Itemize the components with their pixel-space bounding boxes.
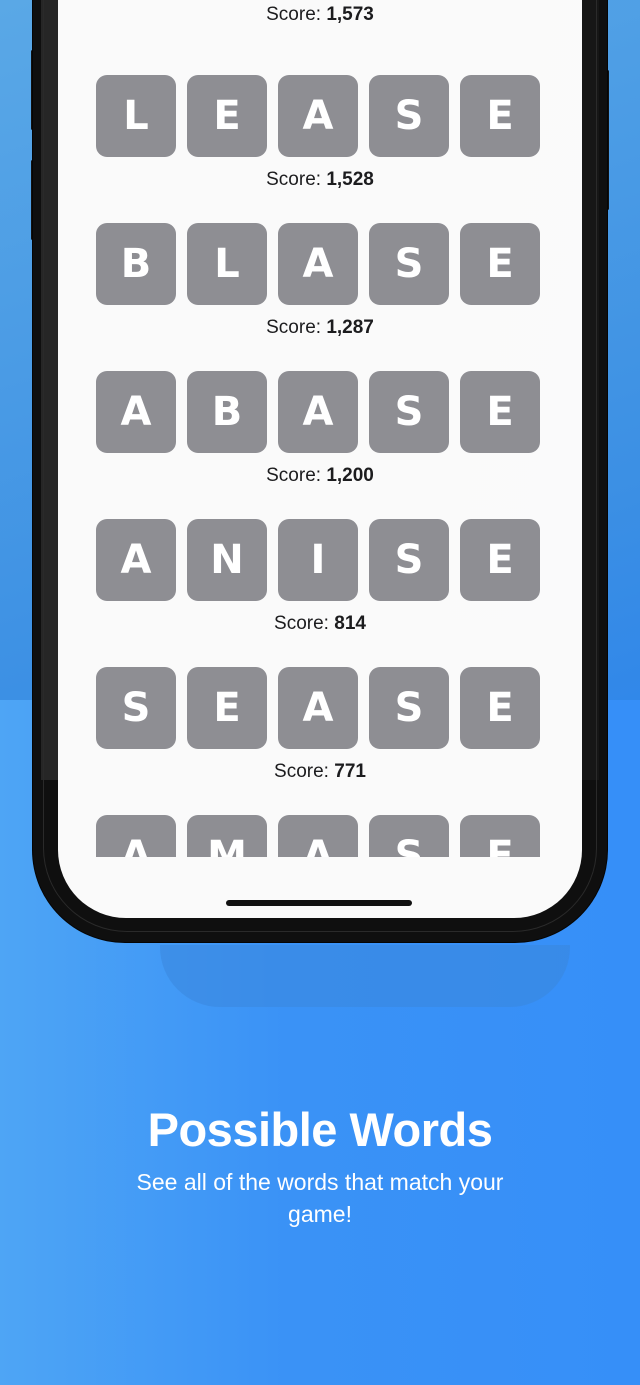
letter-tile: A: [278, 667, 358, 749]
letter-tile: E: [460, 815, 540, 857]
word-tiles: L E A S E: [96, 75, 544, 157]
score-label: Score:: [266, 317, 322, 338]
score-value: 771: [334, 761, 366, 782]
score-label: Score:: [266, 169, 322, 190]
letter-tile: S: [369, 519, 449, 601]
score-label: Score:: [274, 613, 329, 634]
word-score: Score: 1,200: [96, 465, 544, 487]
word-tiles: A N I S E: [96, 519, 544, 601]
letter-tile: S: [369, 667, 449, 749]
word-entry[interactable]: A M A S E: [96, 815, 544, 857]
word-tiles: S E A S E: [96, 667, 544, 749]
letter-tile: L: [187, 223, 267, 305]
score-value: 814: [334, 613, 366, 634]
score-label: Score:: [274, 761, 329, 782]
word-tiles: A M A S E: [96, 815, 544, 857]
letter-tile: N: [187, 519, 267, 601]
letter-tile: S: [369, 371, 449, 453]
word-score: Score: 771: [96, 761, 544, 783]
letter-tile: E: [460, 667, 540, 749]
letter-tile: E: [460, 75, 540, 157]
letter-tile: A: [96, 371, 176, 453]
letter-tile: E: [187, 75, 267, 157]
score-value: 1,528: [326, 169, 374, 190]
word-tiles: B L A S E: [96, 223, 544, 305]
letter-tile: A: [278, 815, 358, 857]
word-score: Score: 1,287: [96, 317, 544, 339]
letter-tile: E: [460, 519, 540, 601]
letter-tile: E: [460, 371, 540, 453]
word-score: Score: 1,573: [96, 4, 544, 26]
letter-tile: S: [369, 815, 449, 857]
letter-tile: S: [369, 75, 449, 157]
word-entry[interactable]: B L A S E Score: 1,287: [96, 223, 544, 339]
word-entry[interactable]: A B A S E Score: 1,200: [96, 371, 544, 487]
letter-tile: A: [278, 371, 358, 453]
score-label: Score:: [266, 465, 322, 486]
letter-tile: E: [460, 223, 540, 305]
score-value: 1,200: [326, 465, 374, 486]
letter-tile: A: [96, 815, 176, 857]
letter-tile: M: [187, 815, 267, 857]
score-label: Score:: [266, 4, 322, 25]
word-entry[interactable]: S E A S E Score: 771: [96, 667, 544, 783]
score-value: 1,287: [326, 317, 374, 338]
word-tiles: A B A S E: [96, 371, 544, 453]
word-entry[interactable]: A N I S E Score: 814: [96, 519, 544, 635]
letter-tile: S: [369, 223, 449, 305]
promo-caption: Possible Words See all of the words that…: [0, 1100, 640, 1230]
letter-tile: B: [187, 371, 267, 453]
word-score: Score: 814: [96, 613, 544, 635]
letter-tile: I: [278, 519, 358, 601]
letter-tile: A: [96, 519, 176, 601]
letter-tile: B: [96, 223, 176, 305]
word-entry[interactable]: L E A S E Score: 1,528: [96, 75, 544, 191]
promo-subtitle: See all of the words that match your gam…: [136, 1169, 504, 1227]
letter-tile: A: [278, 223, 358, 305]
letter-tile: L: [96, 75, 176, 157]
phone-reflection: [160, 945, 570, 1007]
word-entry[interactable]: Score: 1,573: [96, 0, 544, 26]
word-score: Score: 1,528: [96, 169, 544, 191]
home-indicator[interactable]: [226, 900, 412, 906]
possible-words-list[interactable]: Score: 1,573 L E A S E Score: 1,528 B L …: [58, 0, 582, 857]
score-value: 1,573: [326, 4, 374, 25]
letter-tile: E: [187, 667, 267, 749]
letter-tile: S: [96, 667, 176, 749]
promo-title: Possible Words: [147, 1103, 493, 1156]
letter-tile: A: [278, 75, 358, 157]
phone-screen: Score: 1,573 L E A S E Score: 1,528 B L …: [58, 0, 582, 918]
